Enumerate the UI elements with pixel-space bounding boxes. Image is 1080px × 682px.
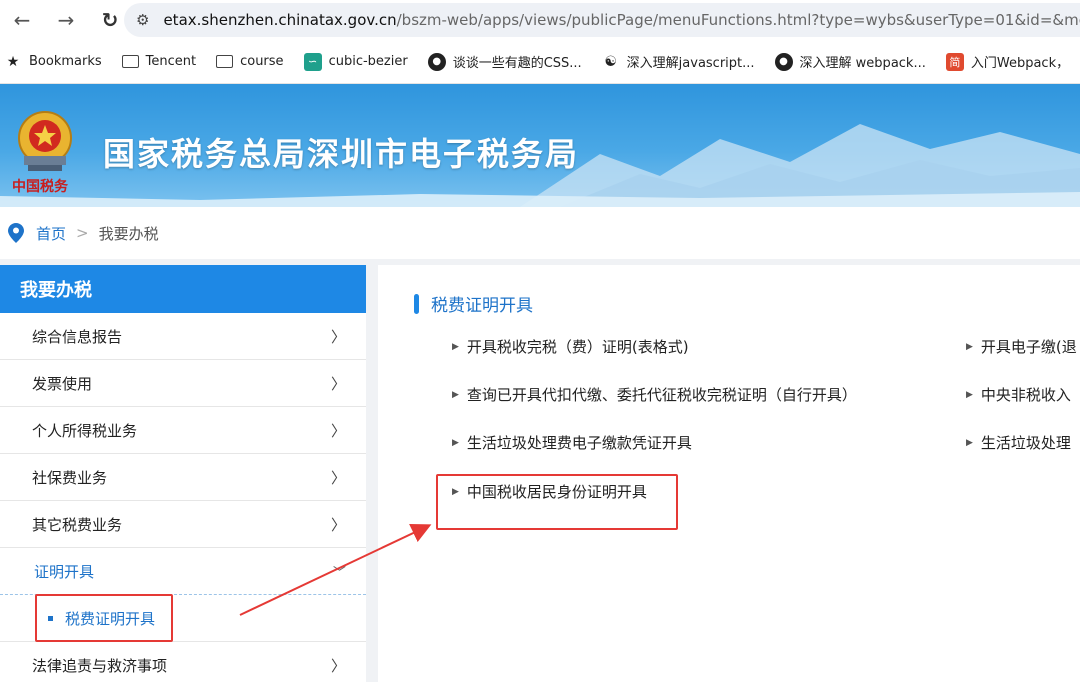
arrow-left-icon[interactable]: ← [0, 0, 44, 40]
chevron-right-icon: 〉 [330, 327, 346, 346]
browser-toolbar: ← → ↻ ⚙ etax.shenzhen.chinatax.gov.cn/bs… [0, 0, 1080, 40]
chevron-down-icon: ﹀ [332, 565, 346, 581]
sidebar-item-other-tax[interactable]: 其它税费业务 〉 [0, 501, 366, 548]
service-label: 开具电子缴(退 [980, 338, 1077, 356]
service-label: 中央非税收入 [980, 386, 1071, 404]
sidebar-item-label: 其它税费业务 [32, 515, 123, 534]
sidebar-item-label: 综合信息报告 [32, 327, 123, 346]
bookmark-label: 入门Webpack， [970, 56, 1070, 71]
section-marker [414, 293, 419, 314]
bookmark-label: Tencent [145, 54, 197, 69]
folder-icon [121, 55, 139, 68]
address-bar-input[interactable]: ⚙ etax.shenzhen.chinatax.gov.cn/bszm-web… [124, 3, 1080, 37]
bookmark-label: course [240, 54, 284, 69]
bookmark-item-css[interactable]: ● 谈谈一些有趣的CSS... [427, 52, 582, 71]
bookmark-item-tencent[interactable]: Tencent [121, 54, 197, 69]
site-title: 国家税务总局深圳市电子税务局 [103, 135, 580, 173]
sidebar-item-invoice[interactable]: 发票使用 〉 [0, 360, 366, 407]
location-pin-icon [8, 223, 24, 243]
breadcrumb-home-link[interactable]: 首页 [36, 223, 66, 244]
star-icon: ★ [6, 53, 20, 70]
sidebar-item-label: 证明开具 [34, 562, 95, 581]
bookmark-site-icon: ☯ [604, 53, 617, 70]
arrow-right-icon[interactable]: → [44, 0, 88, 40]
bookmark-item-javascript[interactable]: ☯ 深入理解javascript... [602, 52, 755, 72]
annotation-box-residency [436, 474, 678, 530]
sidebar-item-legal[interactable]: 法律追责与救济事项 〉 [0, 642, 366, 682]
service-label: 生活垃圾处理费电子缴款凭证开具 [466, 434, 692, 452]
service-link-garbage-fee[interactable]: ▶ 生活垃圾处理 [966, 432, 1071, 453]
sidebar-header: 我要办税 [0, 265, 366, 313]
github-icon: ● [774, 52, 793, 71]
folder-icon [216, 55, 234, 68]
annotation-box-sidebar [35, 594, 173, 642]
service-link-electronic-payment[interactable]: ▶ 开具电子缴(退 [966, 336, 1077, 357]
service-link-tax-payment-certificate[interactable]: ▶ 开具税收完税（费）证明(表格式) [452, 336, 689, 357]
service-label: 生活垃圾处理 [980, 434, 1071, 452]
url-path: /bszm-web/apps/views/publicPage/menuFunc… [396, 11, 1080, 29]
site-banner: 中国税务 国家税务总局深圳市电子税务局 [0, 84, 1080, 207]
section-title: 税费证明开具 [414, 291, 533, 316]
chevron-right-icon: 〉 [330, 656, 346, 675]
bookmark-item-cubic-bezier[interactable]: ∽ cubic-bezier [303, 52, 408, 71]
sidebar-item-label: 社保费业务 [32, 468, 108, 487]
service-link-central-nontax[interactable]: ▶ 中央非税收入 [966, 384, 1071, 405]
site-info-icon[interactable]: ⚙ [136, 11, 149, 29]
bookmark-label: 谈谈一些有趣的CSS... [452, 56, 582, 71]
sidebar-item-certificate[interactable]: 证明开具 ﹀ [0, 548, 366, 595]
sidebar-item-info-report[interactable]: 综合信息报告 〉 [0, 313, 366, 360]
section-title-text: 税费证明开具 [431, 296, 533, 316]
bookmark-label: 深入理解javascript... [626, 56, 755, 71]
chevron-right-icon: 〉 [330, 421, 346, 440]
bookmark-label: cubic-bezier [328, 54, 408, 69]
triangle-right-icon: ▶ [452, 389, 459, 400]
breadcrumb: 首页 > 我要办税 [0, 207, 1080, 259]
sidebar-item-label: 法律追责与救济事项 [32, 656, 168, 675]
chevron-right-icon: 〉 [330, 374, 346, 393]
sidebar-item-social-security[interactable]: 社保费业务 〉 [0, 454, 366, 501]
service-label: 查询已开具代扣代缴、委托代征税收完税证明（自行开具） [466, 386, 857, 404]
service-label: 开具税收完税（费）证明(表格式) [466, 338, 689, 356]
bookmarks-bar: ★ Bookmarks Tencent course ∽ cubic-bezie… [0, 40, 1080, 84]
bookmark-item-webpack[interactable]: ● 深入理解 webpack... [774, 52, 926, 71]
service-link-garbage-fee-voucher[interactable]: ▶ 生活垃圾处理费电子缴款凭证开具 [452, 432, 692, 453]
sidebar-item-label: 个人所得税业务 [32, 421, 138, 440]
triangle-right-icon: ▶ [966, 389, 973, 400]
sidebar-item-label: 发票使用 [32, 374, 93, 393]
triangle-right-icon: ▶ [452, 341, 459, 352]
url-host: etax.shenzhen.chinatax.gov.cn [163, 11, 397, 29]
bookmark-item-bookmarks[interactable]: ★ Bookmarks [4, 53, 102, 71]
breadcrumb-separator: > [76, 224, 89, 242]
github-icon: ● [427, 52, 446, 71]
bookmark-label: Bookmarks [29, 54, 102, 69]
jianshu-icon: 简 [945, 52, 964, 71]
breadcrumb-current: 我要办税 [98, 224, 159, 243]
triangle-right-icon: ▶ [966, 437, 973, 448]
bookmark-item-course[interactable]: course [216, 54, 284, 69]
chevron-right-icon: 〉 [330, 515, 346, 534]
emblem-caption: 中国税务 [12, 179, 68, 195]
triangle-right-icon: ▶ [452, 437, 459, 448]
chevron-right-icon: 〉 [330, 468, 346, 487]
bookmark-item-webpack-intro[interactable]: 简 入门Webpack， [945, 52, 1070, 71]
cubic-bezier-icon: ∽ [303, 52, 322, 71]
sidebar-item-personal-income-tax[interactable]: 个人所得税业务 〉 [0, 407, 366, 454]
service-link-withholding-certificate[interactable]: ▶ 查询已开具代扣代缴、委托代征税收完税证明（自行开具） [452, 384, 857, 405]
triangle-right-icon: ▶ [966, 341, 973, 352]
bookmark-label: 深入理解 webpack... [799, 56, 926, 71]
